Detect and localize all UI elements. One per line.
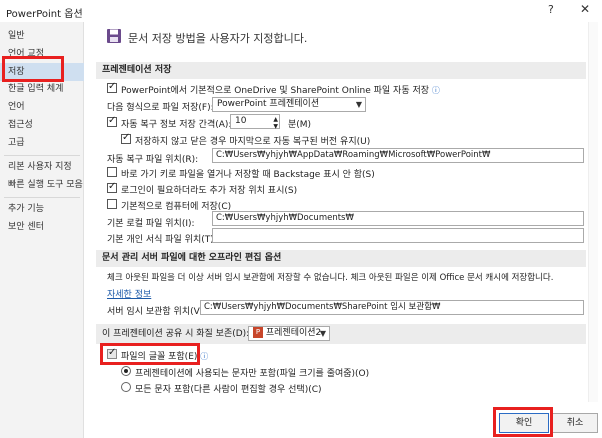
autosave-checkbox[interactable] bbox=[107, 81, 117, 93]
section-offline-editing: 문서 관리 서버 파일에 대한 오프라인 편집 옵션 bbox=[96, 250, 586, 267]
page-title: 문서 저장 방법을 사용자가 지정합니다. bbox=[128, 32, 308, 45]
template-location-label: 기본 개인 서식 파일 위치(T): bbox=[107, 235, 217, 245]
sidebar-item-general[interactable]: 일반 bbox=[0, 27, 84, 45]
autosave-label: PowerPoint에서 기본적으로 OneDrive 및 SharePoint… bbox=[121, 86, 430, 96]
sidebar-divider bbox=[4, 155, 80, 156]
save-disk-icon bbox=[107, 29, 121, 43]
keep-last-label: 저장하지 않고 닫은 경우 마지막으로 자동 복구된 버전 유지(U) bbox=[135, 137, 371, 147]
highlight-embed-fonts bbox=[100, 343, 200, 365]
sidebar-item-language[interactable]: 언어 bbox=[0, 98, 84, 116]
title-bar: PowerPoint 옵션 ? ✕ bbox=[0, 0, 602, 22]
autorecover-label: 자동 복구 정보 저장 간격(A): bbox=[121, 120, 232, 130]
sidebar-item-quick-access[interactable]: 빠른 실행 도구 모음 bbox=[0, 176, 84, 194]
sidebar-item-trust-center[interactable]: 보안 센터 bbox=[0, 218, 84, 236]
learn-more-link[interactable]: 자세한 정보 bbox=[107, 287, 151, 300]
embed-all-chars-label: 모든 문자 포함(다른 사람이 편집할 경우 선택)(C) bbox=[135, 385, 322, 395]
section-save-presentations: 프레젠테이션 저장 bbox=[96, 62, 586, 79]
window-title: PowerPoint 옵션 bbox=[6, 9, 83, 20]
backstage-checkbox[interactable] bbox=[107, 167, 117, 177]
keep-last-checkbox[interactable] bbox=[121, 132, 131, 144]
powerpoint-icon: P bbox=[253, 327, 263, 338]
sidebar-item-advanced[interactable]: 고급 bbox=[0, 134, 84, 152]
autorecover-interval-value: 10 bbox=[235, 116, 247, 126]
page-header: 문서 저장 방법을 사용자가 지정합니다. bbox=[100, 24, 582, 52]
drafts-location-field[interactable]: C:₩Users₩yhjyh₩Documents₩SharePoint 임시 보… bbox=[200, 300, 584, 315]
highlight-save-item bbox=[2, 56, 64, 82]
fidelity-presentation-value: 프레젠테이션2 bbox=[265, 328, 322, 338]
help-button[interactable]: ? bbox=[548, 3, 554, 16]
autorecover-interval-stepper[interactable]: 10 ▲ ▼ bbox=[230, 114, 280, 130]
backstage-label: 바로 가기 키로 파일을 열거나 저장할 때 Backstage 표시 안 함(… bbox=[121, 170, 375, 180]
more-locations-label: 로그인이 필요하더라도 추가 저장 위치 표시(S) bbox=[121, 186, 298, 196]
sidebar: 일반 언어 교정 저장 한글 입력 체계 언어 접근성 고급 리본 사용자 지정… bbox=[0, 22, 84, 438]
format-dropdown[interactable]: PowerPoint 프레젠테이션 ▼ bbox=[212, 97, 366, 112]
highlight-ok-button bbox=[493, 407, 553, 437]
autorecover-unit: 분(M) bbox=[288, 120, 312, 130]
sidebar-divider bbox=[4, 197, 80, 198]
autosave-row: PowerPoint에서 기본적으로 OneDrive 및 SharePoint… bbox=[121, 83, 440, 96]
sidebar-item-accessibility[interactable]: 접근성 bbox=[0, 116, 84, 134]
drafts-location-label: 서버 임시 보관함 위치(V): bbox=[107, 307, 207, 317]
fidelity-presentation-dropdown[interactable]: P 프레젠테이션2 ▼ bbox=[248, 326, 330, 341]
recover-location-label: 자동 복구 파일 위치(R): bbox=[107, 155, 199, 165]
format-value: PowerPoint 프레젠테이션 bbox=[217, 99, 320, 109]
fidelity-label: 이 프레젠테이션 공유 시 화질 보존(D): bbox=[102, 329, 250, 339]
recover-location-field[interactable]: C:₩Users₩yhjyh₩AppData₩Roaming₩Microsoft… bbox=[212, 148, 584, 163]
chevron-down-icon: ▼ bbox=[319, 329, 326, 338]
sidebar-item-hangul-input[interactable]: 한글 입력 체계 bbox=[0, 80, 84, 98]
info-icon: ⓘ bbox=[200, 352, 209, 361]
content-scrollbar[interactable] bbox=[588, 22, 598, 402]
local-location-label: 기본 로컬 파일 위치(I): bbox=[107, 219, 195, 229]
cancel-button[interactable]: 취소 bbox=[552, 413, 598, 433]
local-location-field[interactable]: C:₩Users₩yhjyh₩Documents₩ bbox=[212, 211, 584, 226]
chevron-down-icon: ▼ bbox=[355, 100, 362, 109]
section-fidelity: 이 프레젠테이션 공유 시 화질 보존(D): bbox=[96, 324, 586, 344]
template-location-field[interactable] bbox=[212, 228, 584, 243]
embed-all-chars-radio[interactable] bbox=[121, 382, 131, 392]
embed-used-chars-label: 프레젠테이션에 사용되는 문자만 포함(파일 크기를 줄여줌)(O) bbox=[135, 369, 370, 379]
close-button[interactable]: ✕ bbox=[580, 2, 590, 16]
more-locations-checkbox[interactable] bbox=[107, 181, 117, 193]
info-icon: ⓘ bbox=[431, 86, 440, 95]
offline-description: 체크 아웃된 파일을 더 이상 서버 임시 보관함에 저장할 수 없습니다. 체… bbox=[107, 273, 554, 283]
embed-used-chars-radio[interactable] bbox=[121, 366, 131, 376]
format-label: 다음 형식으로 파일 저장(F): bbox=[107, 103, 214, 113]
spin-down-icon[interactable]: ▼ bbox=[273, 120, 278, 133]
sidebar-item-customize-ribbon[interactable]: 리본 사용자 지정 bbox=[0, 158, 84, 176]
sidebar-item-add-ins[interactable]: 추가 기능 bbox=[0, 200, 84, 218]
autorecover-checkbox[interactable] bbox=[107, 115, 117, 127]
default-computer-checkbox[interactable] bbox=[107, 199, 117, 209]
